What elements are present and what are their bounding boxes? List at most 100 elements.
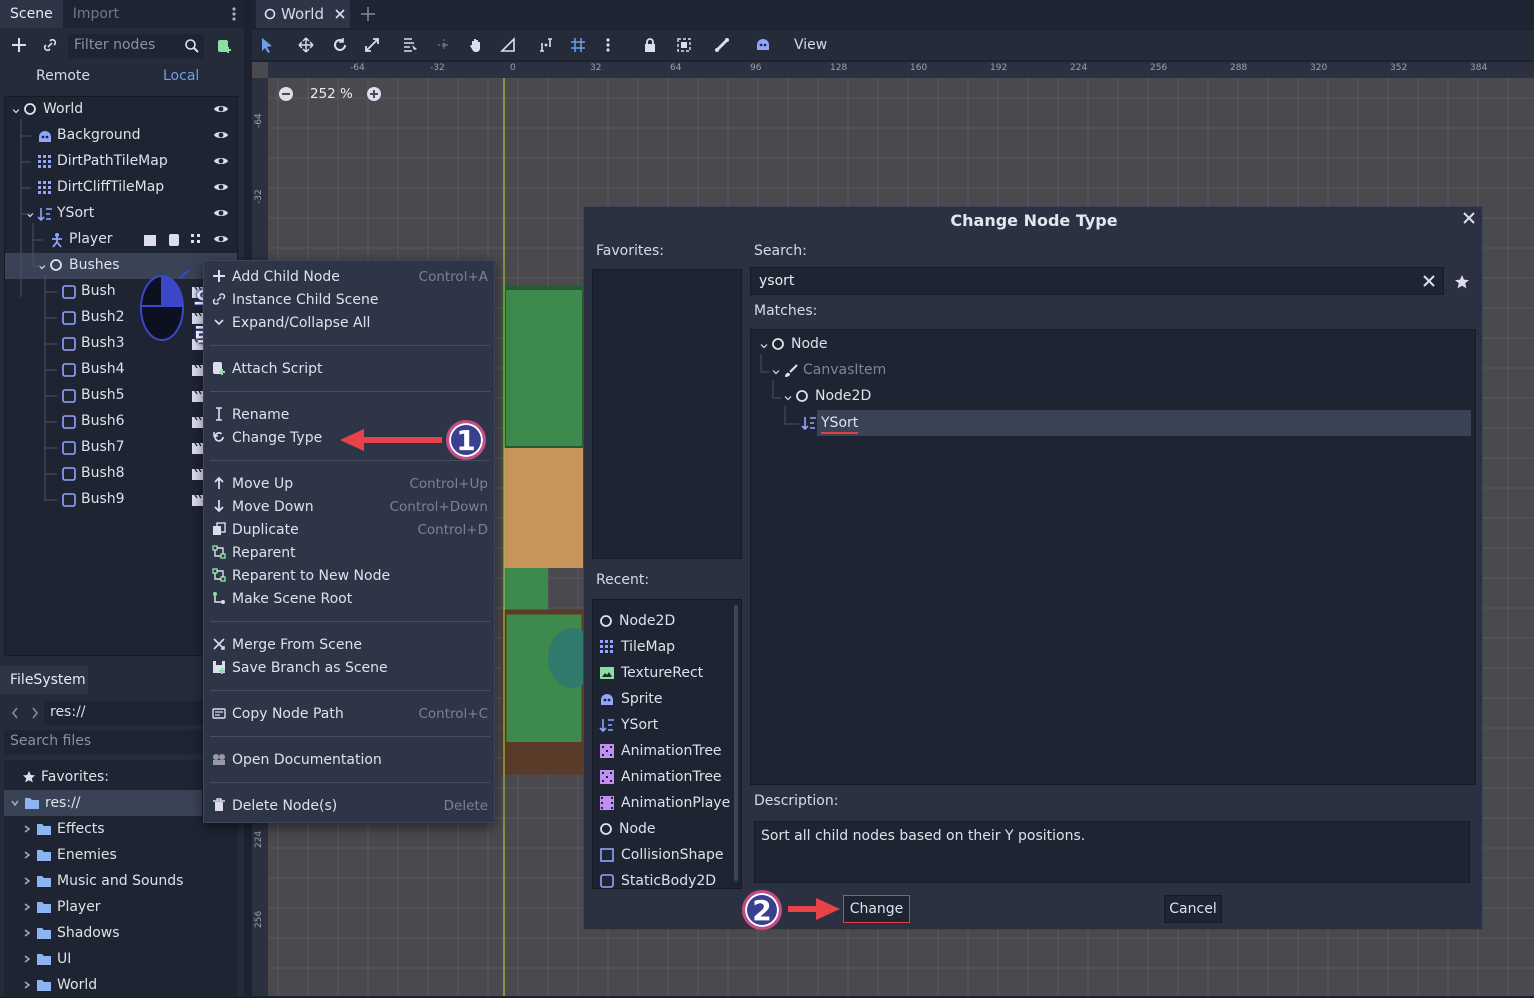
rotate-tool-icon[interactable] <box>332 37 348 53</box>
menu-item[interactable]: Attach Script <box>210 357 490 380</box>
lock-icon[interactable] <box>642 37 658 53</box>
snap-smart-icon[interactable] <box>538 37 554 53</box>
close-tab-icon[interactable] <box>334 8 346 20</box>
group-icon[interactable] <box>676 37 692 53</box>
zoom-level[interactable]: 252 % <box>310 86 353 102</box>
menu-item[interactable]: Move Up Control+Up <box>210 472 490 495</box>
match-item[interactable]: Node <box>751 332 1475 358</box>
visibility-eye-icon[interactable] <box>213 180 229 194</box>
res-root-row[interactable]: res:// <box>4 790 202 816</box>
folder-item[interactable]: UI <box>4 946 238 972</box>
visibility-eye-icon[interactable] <box>213 232 229 246</box>
more-options-icon[interactable] <box>604 37 612 53</box>
recent-scrollbar[interactable] <box>734 605 738 881</box>
close-icon[interactable] <box>1462 211 1476 225</box>
menu-item[interactable]: Make Scene Root <box>210 587 490 610</box>
recent-item[interactable]: AnimationTree <box>599 738 735 764</box>
folder-item[interactable]: Enemies <box>4 842 238 868</box>
menu-item[interactable]: Open Documentation <box>210 748 490 771</box>
pivot-tool-icon[interactable] <box>436 37 452 53</box>
match-item[interactable]: YSort <box>801 410 1471 436</box>
ruler-tool-icon[interactable] <box>500 37 516 53</box>
back-icon[interactable] <box>10 706 20 720</box>
tab-scene[interactable]: Scene <box>0 0 63 28</box>
recent-item[interactable]: Node <box>599 816 735 842</box>
bone-icon[interactable] <box>714 37 730 53</box>
chevron-right-icon <box>22 928 32 938</box>
recent-item[interactable]: TileMap <box>599 634 735 660</box>
path-field[interactable]: res:// <box>44 701 204 725</box>
camera-override-icon[interactable] <box>754 37 772 53</box>
recent-item[interactable]: CollisionShape <box>599 842 735 868</box>
menu-item[interactable]: Instance Child Scene <box>210 288 490 311</box>
chevron-down-icon <box>759 341 770 352</box>
visibility-eye-icon[interactable] <box>213 206 229 220</box>
recent-item[interactable]: YSort <box>599 712 735 738</box>
menu-item[interactable]: Reparent to New Node <box>210 564 490 587</box>
menu-item[interactable]: Move Down Control+Down <box>210 495 490 518</box>
move-tool-icon[interactable] <box>298 37 314 53</box>
cancel-button[interactable]: Cancel <box>1164 895 1222 923</box>
view-menu[interactable]: View <box>794 37 827 53</box>
scene-tree-item[interactable]: DirtCliffTileMap <box>5 175 237 201</box>
recent-item[interactable]: Sprite <box>599 686 735 712</box>
menu-item[interactable]: Copy Node Path Control+C <box>210 702 490 725</box>
recent-item[interactable]: TextureRect <box>599 660 735 686</box>
scale-tool-icon[interactable] <box>364 37 380 53</box>
matches-tree[interactable]: Node CanvasItem Node2D YSort <box>750 329 1476 785</box>
scene-tree-item[interactable]: YSort <box>5 201 237 227</box>
menu-item[interactable]: Reparent <box>210 541 490 564</box>
player-node-actions-icon[interactable] <box>143 233 209 247</box>
local-toggle[interactable]: Local <box>163 68 199 84</box>
add-node-icon[interactable] <box>10 36 28 54</box>
tab-filesystem[interactable]: FileSystem <box>0 666 88 694</box>
zoom-out-icon[interactable] <box>278 86 294 102</box>
tab-world[interactable]: World <box>256 0 350 28</box>
folder-item[interactable]: Music and Sounds <box>4 868 238 894</box>
arrow-annotation-1 <box>338 428 448 452</box>
new-tab-icon[interactable] <box>360 6 376 22</box>
match-item[interactable]: Node2D <box>751 384 1475 410</box>
scene-tree-item[interactable]: Background <box>5 123 237 149</box>
menu-item[interactable]: Duplicate Control+D <box>210 518 490 541</box>
folder-item[interactable]: Shadows <box>4 920 238 946</box>
favorite-star-icon[interactable] <box>1454 274 1470 290</box>
clear-search-icon[interactable] <box>1422 274 1436 288</box>
scene-tree-item[interactable]: Player <box>5 227 237 253</box>
grid-snap-icon[interactable] <box>570 37 586 53</box>
recent-item[interactable]: Node2D <box>599 608 735 634</box>
menu-item[interactable]: Save Branch as Scene <box>210 656 490 679</box>
recent-item[interactable]: StaticBody2D <box>599 868 735 888</box>
forward-icon[interactable] <box>30 706 40 720</box>
recent-item[interactable]: AnimationTree <box>599 764 735 790</box>
remote-toggle[interactable]: Remote <box>36 68 90 84</box>
visibility-eye-icon[interactable] <box>213 102 229 116</box>
search-files-input[interactable]: Search files <box>4 730 204 754</box>
tab-import[interactable]: Import <box>63 0 129 28</box>
instance-link-icon[interactable] <box>42 37 58 53</box>
change-button[interactable]: Change <box>843 895 910 923</box>
pan-tool-icon[interactable] <box>468 37 484 53</box>
favorites-list[interactable] <box>592 269 742 559</box>
menu-item[interactable]: Rename <box>210 403 490 426</box>
zoom-in-icon[interactable] <box>366 86 382 102</box>
duplicate-icon <box>212 522 226 536</box>
recent-list[interactable]: Node2D TileMap TextureRect Sprite YSort Anima… <box>592 599 742 889</box>
search-field[interactable]: ysort <box>750 267 1444 295</box>
recent-item[interactable]: AnimationPlaye <box>599 790 735 816</box>
folder-item[interactable]: Player <box>4 894 238 920</box>
list-select-icon[interactable] <box>402 37 418 53</box>
select-tool-icon[interactable] <box>260 37 274 53</box>
add-script-icon[interactable] <box>216 37 234 55</box>
menu-item[interactable]: Merge From Scene <box>210 633 490 656</box>
match-item[interactable]: CanvasItem <box>751 358 1475 384</box>
visibility-eye-icon[interactable] <box>213 128 229 142</box>
scene-tree-item[interactable]: World <box>5 97 237 123</box>
menu-item[interactable]: Add Child Node Control+A <box>210 265 490 288</box>
dock-menu-icon[interactable] <box>228 6 240 22</box>
menu-item[interactable]: Expand/Collapse All <box>210 311 490 334</box>
scene-tree-item[interactable]: DirtPathTileMap <box>5 149 237 175</box>
folder-item[interactable]: World <box>4 972 238 998</box>
visibility-eye-icon[interactable] <box>213 154 229 168</box>
menu-item[interactable]: Delete Node(s) Delete <box>210 794 490 817</box>
